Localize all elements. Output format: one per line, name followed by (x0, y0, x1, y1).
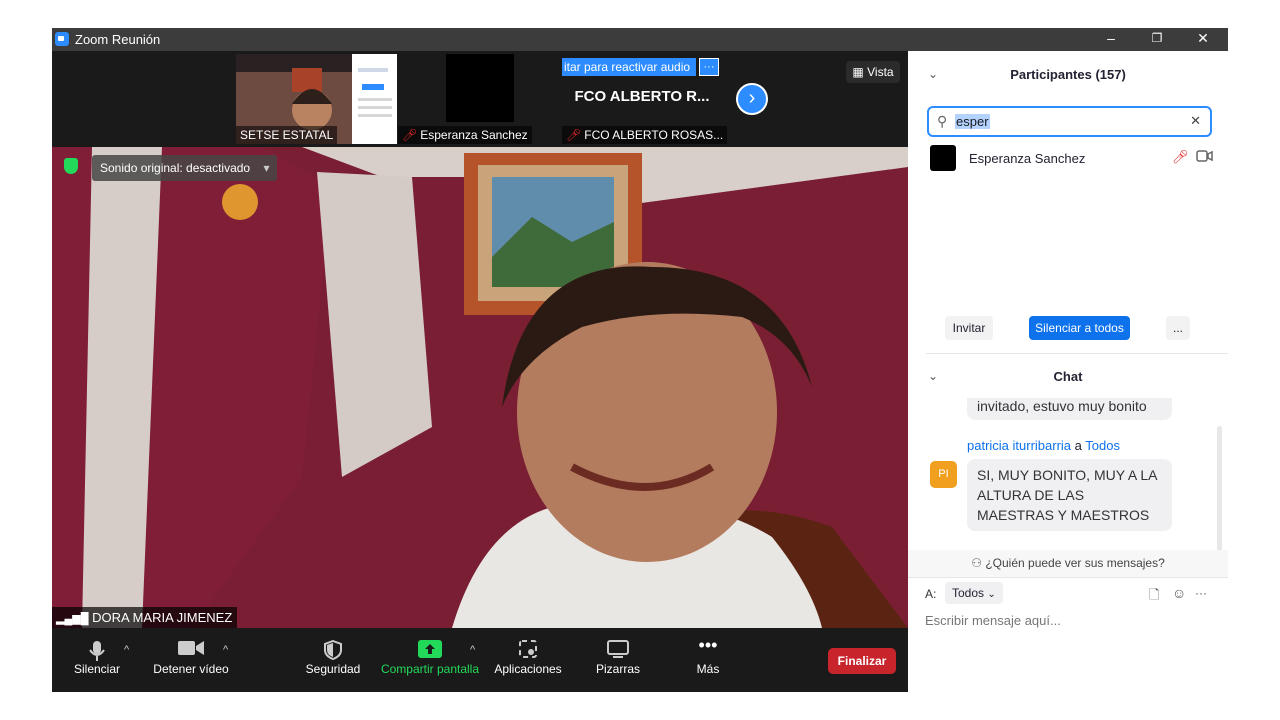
speaker-name-text: DORA MARIA JIMENEZ (92, 610, 233, 625)
apps-button[interactable]: Aplicaciones (492, 628, 564, 692)
whiteboards-button[interactable]: Pizarras (588, 628, 648, 692)
caret-down-icon: ▾ (263, 161, 270, 175)
window-title: Zoom Reunión (75, 32, 161, 47)
who-can-see-bar[interactable]: ⚇ ¿Quién puede ver sus mensajes? (908, 550, 1228, 577)
thumb-name: SETSE ESTATAL (236, 126, 338, 144)
recipient-label: Todos (952, 586, 985, 600)
view-button[interactable]: ▦ Vista (846, 61, 900, 83)
restore-button[interactable]: ❐ (1134, 28, 1180, 51)
participant-search-input[interactable]: ⚲ esper ✕ (927, 106, 1212, 137)
zoom-window: Zoom Reunión – ❐ ✕ SETSE ESTATAL 🎤︎ Espe… (52, 28, 1228, 692)
whiteboard-icon (588, 628, 648, 662)
thumb-name-text: Esperanza Sanchez (420, 128, 528, 142)
chevron-up-icon[interactable]: ^ (470, 644, 475, 656)
reactivate-audio-banner[interactable]: itar para reactivar audio (562, 58, 696, 76)
chevron-up-icon[interactable]: ^ (223, 644, 228, 656)
chat-sender[interactable]: patricia iturribarria (967, 438, 1071, 453)
share-screen-icon (380, 628, 480, 662)
stop-video-label: Detener vídeo (153, 662, 229, 676)
encryption-shield-icon (64, 158, 78, 174)
recipient-dropdown[interactable]: Todos ⌄ (945, 582, 1003, 604)
to-label: A: (925, 587, 937, 601)
chat-to-word: a (1074, 438, 1082, 453)
side-panel: ⌄ Participantes (157) ⚲ esper ✕ Esperanz… (908, 51, 1228, 692)
file-icon[interactable]: 🗋︎ (1149, 586, 1159, 608)
end-meeting-button[interactable]: Finalizar (828, 648, 896, 674)
who-can-see-text: ¿Quién puede ver sus mensajes? (985, 556, 1165, 570)
more-label: Más (696, 662, 720, 676)
mic-muted-icon[interactable]: 🎤︎ (1172, 149, 1189, 165)
chat-message-input[interactable]: Escribir mensaje aquí... (925, 613, 1215, 635)
thumb-setse-estatal[interactable]: SETSE ESTATAL (236, 54, 397, 144)
thumb-black-video (446, 54, 514, 122)
thumb-name: 🎤︎ FCO ALBERTO ROSAS... (562, 126, 728, 144)
stop-video-button[interactable]: Detener vídeo (150, 628, 232, 692)
close-button[interactable]: ✕ (1180, 28, 1226, 51)
chat-messages: invitado, estuvo muy bonito patricia itu… (908, 398, 1228, 550)
thumb-overlay-name: FCO ALBERTO R... (574, 88, 710, 105)
chat-recipient[interactable]: Todos (1085, 438, 1120, 453)
title-bar: Zoom Reunión – ❐ ✕ (52, 28, 1228, 51)
shield-icon (302, 628, 364, 662)
speaker-video-image (52, 147, 908, 628)
thumb-name: 🎤︎ Esperanza Sanchez (398, 126, 532, 144)
grid-icon: ▦ (852, 65, 864, 79)
emoji-icon[interactable]: ☺︎ (1172, 585, 1186, 601)
divider (908, 577, 1228, 578)
invite-button[interactable]: Invitar (945, 316, 993, 340)
speaker-name-label: ▂▄▆█ DORA MARIA JIMENEZ (52, 607, 238, 628)
participants-more-button[interactable]: ... (1166, 316, 1190, 340)
search-query: esper (955, 114, 990, 129)
main-speaker-video: Sonido original: desactivado ▾ ▂▄▆█ DORA… (52, 147, 908, 628)
video-off-icon[interactable] (1196, 149, 1213, 167)
clear-search-icon[interactable]: ✕ (1190, 113, 1201, 129)
search-icon: ⚲ (937, 113, 948, 129)
signal-bars-icon: ▂▄▆█ (56, 613, 89, 625)
chevron-up-icon[interactable]: ^ (124, 644, 129, 656)
thumb-more-button[interactable]: ··· (699, 58, 719, 76)
participants-header: Participantes (157) (1010, 67, 1126, 82)
security-label: Seguridad (305, 662, 361, 676)
thumb-name-text: FCO ALBERTO ROSAS... (584, 128, 724, 142)
participant-name: Esperanza Sanchez (969, 151, 1086, 166)
apps-label: Aplicaciones (494, 662, 562, 676)
video-camera-icon (150, 628, 232, 662)
more-dots-icon: ••• (698, 635, 718, 655)
mute-label: Silenciar (73, 662, 121, 676)
share-screen-button[interactable]: Compartir pantalla (380, 628, 480, 692)
mic-muted-icon: 🎤︎ (566, 128, 582, 142)
mute-all-button[interactable]: Silenciar a todos (1029, 316, 1130, 340)
divider (926, 353, 1228, 354)
chevron-down-icon: ⌄ (987, 589, 996, 600)
next-page-button[interactable]: › (736, 83, 768, 115)
whiteboards-label: Pizarras (595, 662, 640, 676)
chat-more-icon[interactable]: ··· (1195, 586, 1207, 600)
participant-strip: SETSE ESTATAL 🎤︎ Esperanza Sanchez itar p… (52, 51, 908, 147)
chat-header: Chat (1053, 369, 1083, 384)
view-label: Vista (867, 65, 894, 79)
chevron-right-icon: › (748, 87, 756, 109)
apps-icon (492, 628, 564, 662)
chat-message: invitado, estuvo muy bonito (967, 398, 1172, 420)
minimize-button[interactable]: – (1088, 28, 1134, 51)
person-icon: ⚇ (971, 556, 982, 570)
thumb-fco-alberto[interactable]: itar para reactivar audio ··· FCO ALBERT… (562, 54, 728, 144)
meeting-toolbar: Silenciar ^ Detener vídeo ^ Seguridad Co… (52, 628, 908, 692)
avatar: PI (930, 461, 957, 488)
more-button[interactable]: ••• Más (678, 628, 738, 692)
mic-muted-icon: 🎤︎ (402, 128, 418, 142)
zoom-logo-icon (55, 32, 69, 46)
original-sound-dropdown[interactable]: Sonido original: desactivado ▾ (92, 155, 278, 181)
share-screen-label: Compartir pantalla (380, 662, 480, 676)
video-area: SETSE ESTATAL 🎤︎ Esperanza Sanchez itar p… (52, 51, 908, 692)
thumb-esperanza-sanchez[interactable]: 🎤︎ Esperanza Sanchez (398, 54, 535, 144)
microphone-icon (66, 628, 128, 662)
chat-message-header: patricia iturribarria a Todos (967, 438, 1120, 453)
chat-message: SI, MUY BONITO, MUY A LA ALTURA DE LAS M… (967, 459, 1172, 531)
mute-button[interactable]: Silenciar (66, 628, 128, 692)
security-button[interactable]: Seguridad (302, 628, 364, 692)
avatar (930, 145, 956, 171)
original-sound-label: Sonido original: desactivado (100, 161, 251, 175)
